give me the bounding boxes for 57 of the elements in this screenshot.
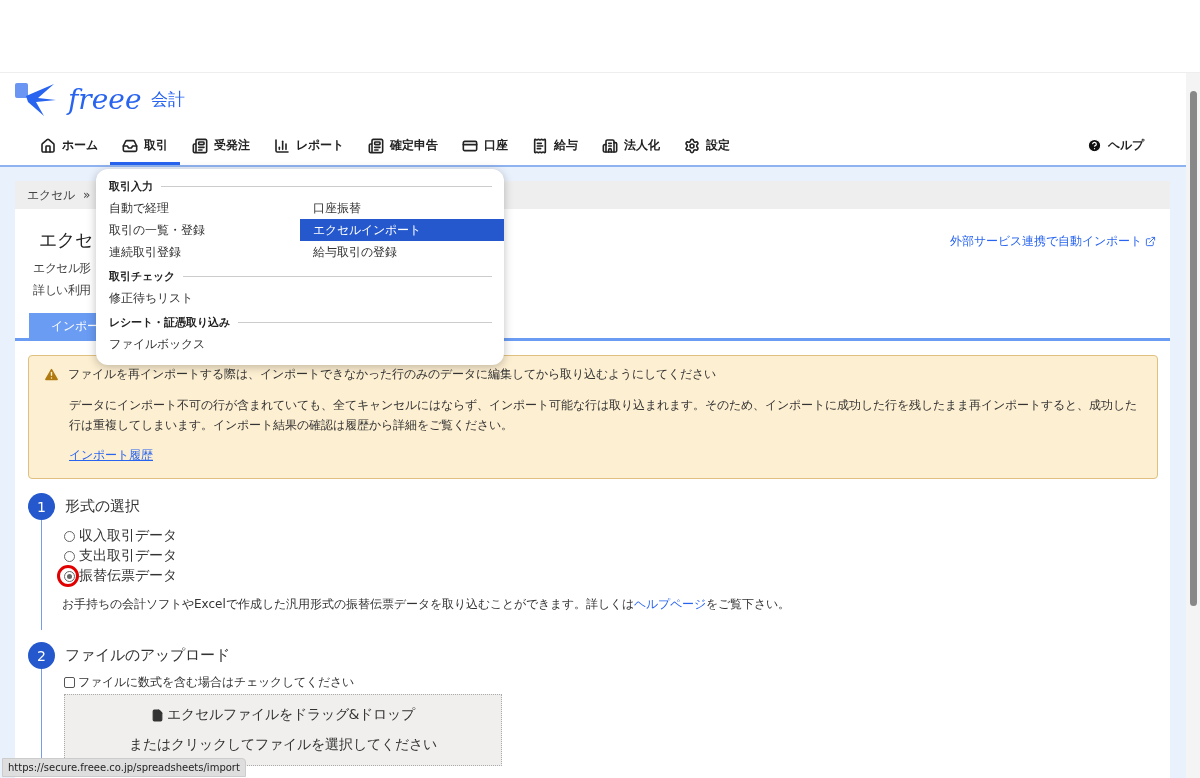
format-note: お手持ちの会計ソフトやExcelで作成した汎用形式の振替伝票データを取り込むことができます。詳しくはヘルプページをご覧下さい。	[62, 596, 791, 612]
breadcrumb-item[interactable]: エクセル	[27, 186, 75, 204]
nav-icon	[274, 137, 290, 154]
dropzone-text: エクセルファイルをドラッグ&ドロップ	[166, 706, 416, 724]
menu-item[interactable]: 連続取引登録	[96, 241, 300, 263]
step-number: 2	[28, 642, 55, 669]
menu-item[interactable]: エクセルインポート	[300, 219, 504, 241]
warning-icon	[43, 366, 60, 383]
page-description: エクセル形	[33, 260, 91, 277]
radio-label: 支出取引データ	[79, 547, 177, 565]
product-name: 会計	[151, 87, 186, 111]
nav-tab[interactable]: 取引	[110, 129, 180, 165]
menu-item[interactable]: 給与取引の登録	[300, 241, 504, 263]
radio-label: 収入取引データ	[79, 527, 177, 545]
nav-tab[interactable]: 受発注	[180, 129, 262, 165]
menu-item[interactable]: 取引の一覧・登録	[96, 219, 300, 241]
step-number: 1	[28, 493, 55, 520]
menu-section-heading: 取引チェック	[96, 265, 504, 287]
help-link[interactable]: ヘルプ	[1075, 129, 1156, 165]
brand-logo[interactable]: freee	[68, 82, 142, 116]
step-title: 形式の選択	[65, 497, 140, 516]
external-link-icon	[1145, 236, 1156, 247]
menu-item[interactable]: 口座振替	[300, 197, 504, 219]
alert-heading: ファイルを再インポートする際は、インポートできなかった行のみのデータに編集してから取り込むようにしてください	[68, 366, 716, 383]
nav-tab[interactable]: レポート	[262, 129, 356, 165]
file-icon	[150, 708, 164, 722]
import-history-link[interactable]: インポート履歴	[69, 447, 153, 464]
nav-icon	[684, 137, 700, 154]
step-title: ファイルのアップロード	[65, 646, 230, 665]
nav-icon	[40, 137, 56, 154]
page-title: エクセ	[39, 228, 93, 252]
nav-tab[interactable]: 法人化	[590, 129, 672, 165]
nav-icon	[122, 137, 138, 154]
external-import-link[interactable]: 外部サービス連携で自動インポート	[950, 233, 1156, 250]
menu-item[interactable]: 自動で経理	[96, 197, 300, 219]
nav-tab[interactable]: 確定申告	[356, 129, 450, 165]
alert-body: データにインポート不可の行が含まれていても、全てキャンセルにはならず、インポート可能な行は取り込まれます。そのため、インポートに成功した行を残したまま再インポートすると、成功した行は重複してしまいます。インポート結果の確認は履歴から詳細をご覧ください。	[69, 397, 1138, 434]
link-url-tooltip: https://secure.freee.co.jp/spreadsheets/import	[2, 758, 246, 777]
page-description: 詳しい利用	[33, 282, 91, 299]
breadcrumb-separator: »	[83, 188, 91, 202]
nav-tab[interactable]: 給与	[520, 129, 590, 165]
nav-tab[interactable]: 設定	[672, 129, 742, 165]
nav-icon	[532, 137, 548, 154]
radio-label: 振替伝票データ	[79, 567, 177, 585]
scrollbar[interactable]	[1186, 73, 1200, 778]
nav-tab[interactable]: 口座	[450, 129, 520, 165]
formula-checkbox[interactable]	[64, 676, 75, 688]
nav-icon	[192, 137, 208, 154]
nav-tab[interactable]: ホーム	[28, 129, 110, 165]
help-icon	[1087, 138, 1102, 153]
help-page-link[interactable]: ヘルプページ	[633, 597, 706, 611]
menu-item[interactable]: 修正待ちリスト	[96, 287, 300, 309]
nav-icon	[602, 137, 618, 154]
checkbox-label: ファイルに数式を含む場合はチェックしてください	[78, 675, 354, 689]
nav-icon	[368, 137, 384, 154]
dropzone-text: またはクリックしてファイルを選択してください	[129, 736, 437, 754]
menu-section-heading: 取引入力	[96, 175, 504, 197]
